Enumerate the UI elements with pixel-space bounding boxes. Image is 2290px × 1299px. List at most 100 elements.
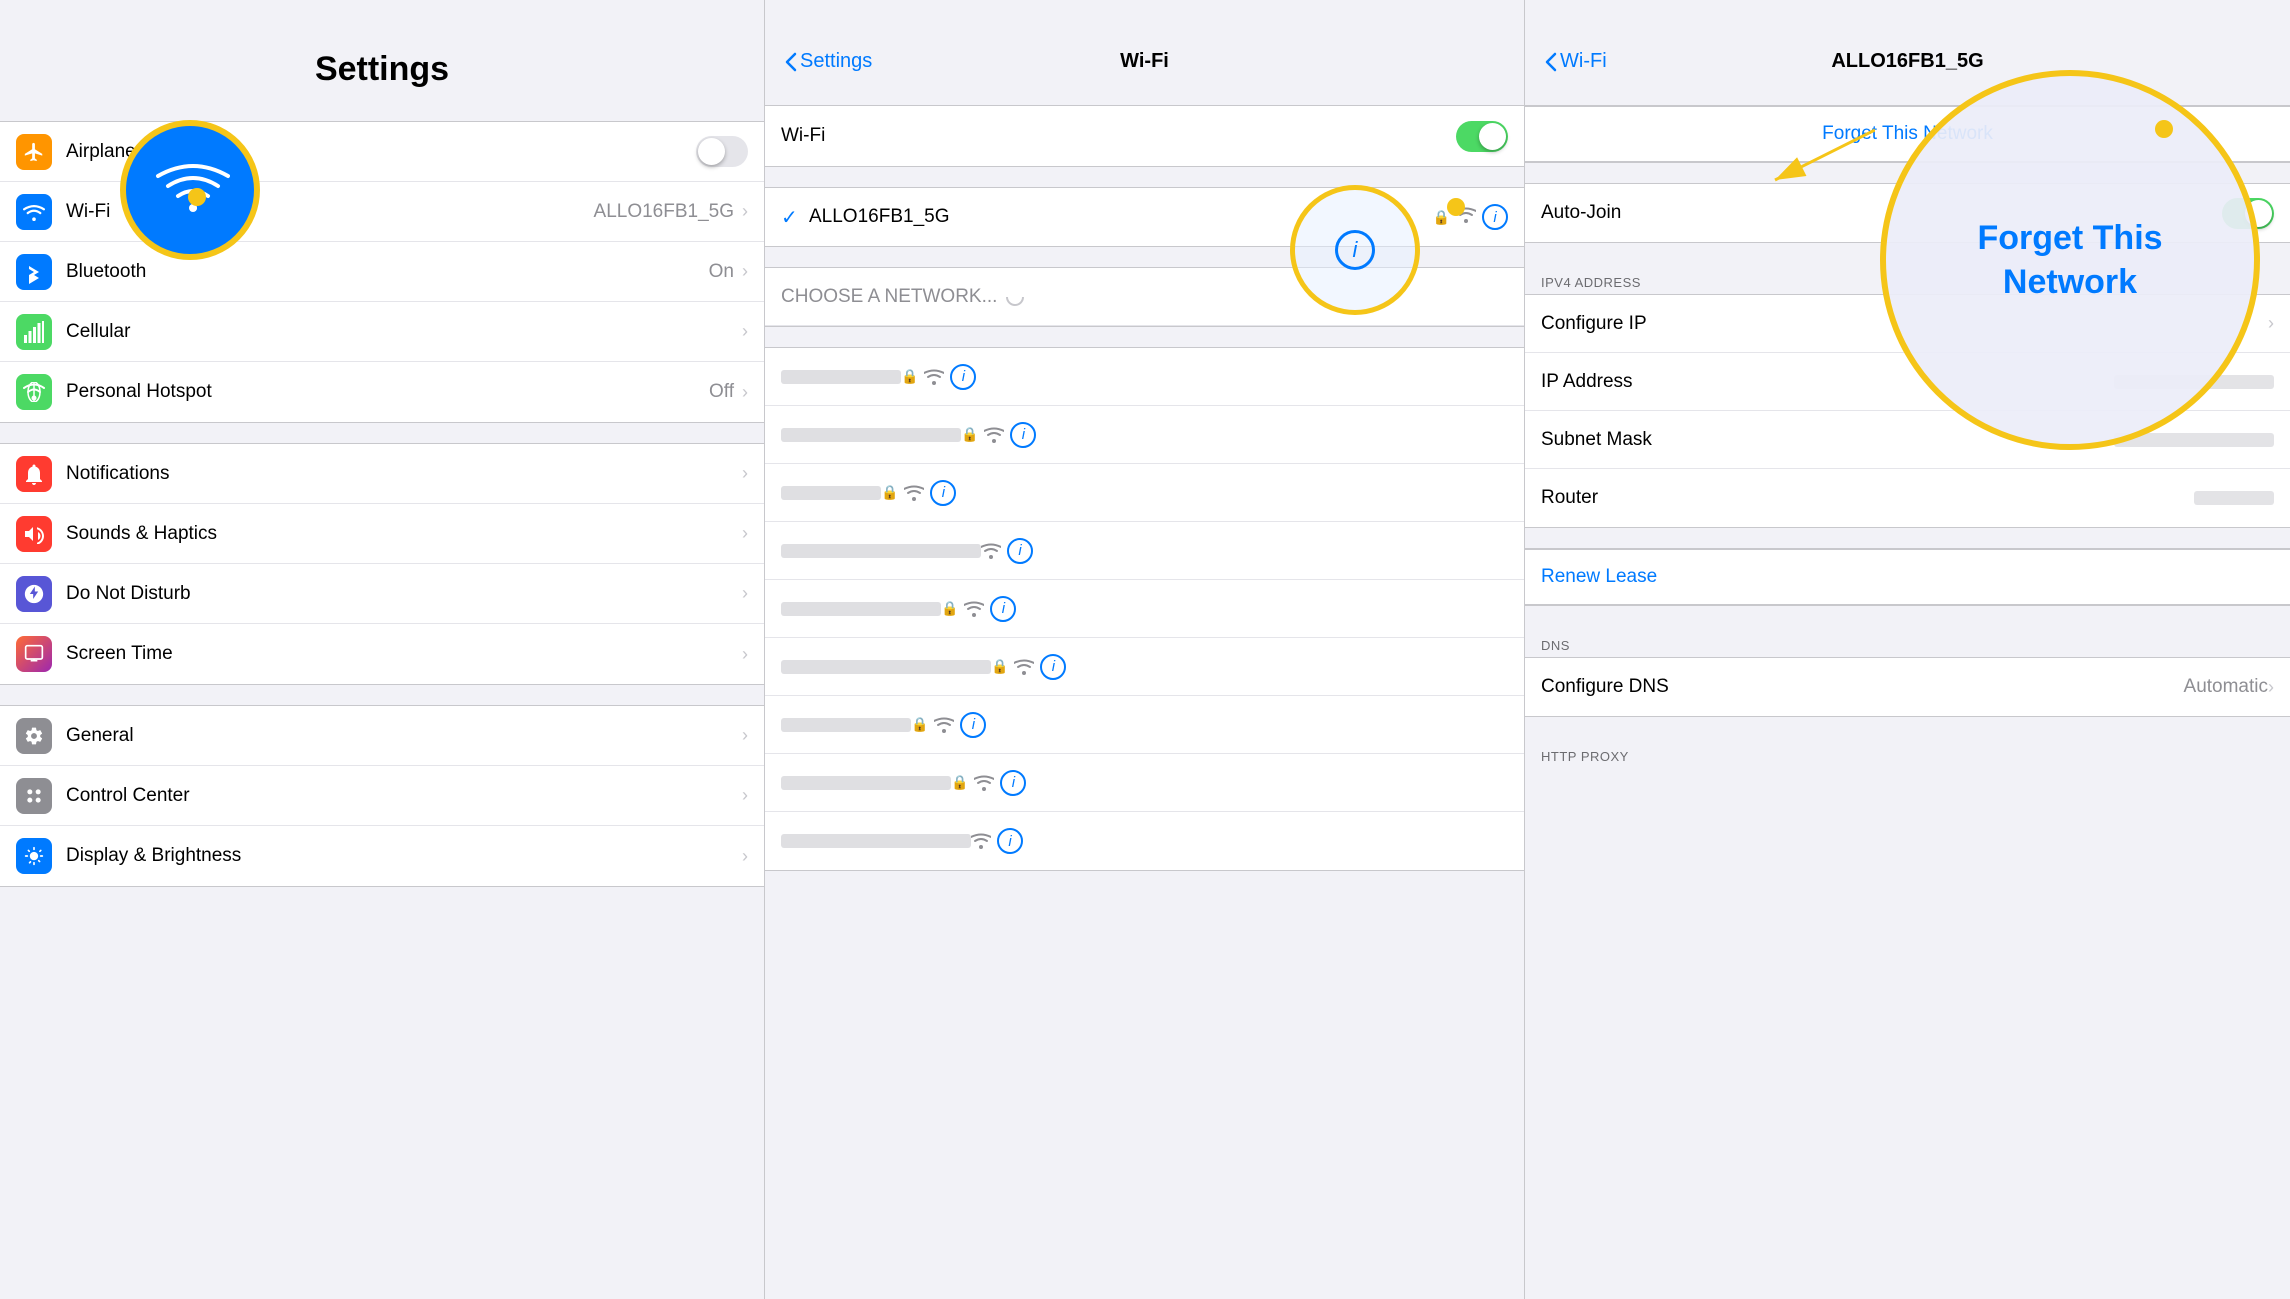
donotdisturb-icon — [16, 576, 52, 612]
blurred-ssid-7 — [781, 718, 911, 732]
dns-header: DNS — [1525, 626, 2290, 657]
wifi-row[interactable]: Wi-Fi ALLO16FB1_5G › — [0, 182, 764, 242]
configure-dns-label: Configure DNS — [1541, 676, 2184, 698]
network-row-1[interactable]: 🔒 i — [765, 348, 1524, 406]
hotspot-row[interactable]: Personal Hotspot Off › — [0, 362, 764, 422]
network-detail-header: Wi-Fi ALLO16FB1_5G — [1525, 0, 2290, 85]
wifi-title: Wi-Fi — [1120, 50, 1169, 73]
network-info-5[interactable]: i — [990, 596, 1016, 622]
wifi-icon-5 — [964, 601, 984, 617]
donotdisturb-chevron: › — [742, 583, 748, 604]
connectivity-group: Airplane Mode Wi-Fi ALLO16FB1_5G › Blue — [0, 121, 764, 423]
network-detail-panel: Wi-Fi ALLO16FB1_5G Forget This Network F… — [1525, 0, 2290, 1299]
router-row[interactable]: Router — [1525, 469, 2290, 527]
general-chevron: › — [742, 725, 748, 746]
network-icons-2: 🔒 i — [961, 422, 1036, 448]
configure-dns-value: Automatic — [2184, 676, 2268, 698]
sounds-chevron: › — [742, 523, 748, 544]
network-row-6[interactable]: 🔒 i — [765, 638, 1524, 696]
blurred-ssid-9 — [781, 834, 971, 848]
notifications-chevron: › — [742, 463, 748, 484]
notifications-row[interactable]: Notifications › — [0, 444, 764, 504]
other-networks-group: 🔒 i 🔒 i 🔒 i — [765, 347, 1524, 871]
network-info-4[interactable]: i — [1007, 538, 1033, 564]
network-row-5[interactable]: 🔒 i — [765, 580, 1524, 638]
airplane-mode-row[interactable]: Airplane Mode — [0, 122, 764, 182]
renew-lease-button[interactable]: Renew Lease — [1525, 549, 2290, 605]
hotspot-icon — [16, 374, 52, 410]
wifi-toggle[interactable] — [1456, 121, 1508, 152]
network-row-8[interactable]: 🔒 i — [765, 754, 1524, 812]
network-row-7[interactable]: 🔒 i — [765, 696, 1524, 754]
dns-group: Configure DNS Automatic › — [1525, 657, 2290, 717]
lock-icon-1: 🔒 — [901, 368, 918, 385]
configure-dns-row[interactable]: Configure DNS Automatic › — [1525, 658, 2290, 716]
wifi-icon-4 — [981, 543, 1001, 559]
wifi-toggle-row[interactable]: Wi-Fi — [765, 106, 1524, 166]
network-row-4[interactable]: i — [765, 522, 1524, 580]
network-icons-1: 🔒 i — [901, 364, 976, 390]
connected-network-info[interactable]: i — [1482, 204, 1508, 230]
controlcenter-row[interactable]: Control Center › — [0, 766, 764, 826]
checkmark-icon: ✓ — [781, 205, 805, 230]
wifi-icon-3 — [904, 485, 924, 501]
network-row-9[interactable]: i — [765, 812, 1524, 870]
settings-scroll[interactable]: Airplane Mode Wi-Fi ALLO16FB1_5G › Blue — [0, 101, 764, 1299]
display-row[interactable]: Display & Brightness › — [0, 826, 764, 886]
bluetooth-row[interactable]: Bluetooth On › — [0, 242, 764, 302]
lock-icon-5: 🔒 — [941, 600, 958, 617]
general-row[interactable]: General › — [0, 706, 764, 766]
blurred-ssid-2 — [781, 428, 961, 442]
subnet-mask-row[interactable]: Subnet Mask — [1525, 411, 2290, 469]
configure-ip-chevron: › — [2268, 313, 2274, 334]
info-annotation-icon: i — [1335, 230, 1375, 270]
controlcenter-chevron: › — [742, 785, 748, 806]
network-info-6[interactable]: i — [1040, 654, 1066, 680]
blurred-ssid-8 — [781, 776, 951, 790]
sounds-row[interactable]: Sounds & Haptics › — [0, 504, 764, 564]
choose-network-label: CHOOSE A NETWORK... — [781, 286, 997, 308]
settings-panel: Settings Airplane Mode — [0, 0, 765, 1299]
http-proxy-header: HTTP PROXY — [1525, 737, 2290, 768]
network-info-3[interactable]: i — [930, 480, 956, 506]
router-value — [2194, 491, 2274, 505]
wifi-back-label: Settings — [800, 50, 872, 73]
network-title: ALLO16FB1_5G — [1831, 50, 1983, 73]
airplane-toggle[interactable] — [696, 136, 748, 167]
wifi-icon-2 — [984, 427, 1004, 443]
network-info-7[interactable]: i — [960, 712, 986, 738]
donotdisturb-row[interactable]: Do Not Disturb › — [0, 564, 764, 624]
cellular-chevron: › — [742, 321, 748, 342]
hotspot-label: Personal Hotspot — [66, 381, 709, 403]
wifi-back-button[interactable]: Settings — [785, 50, 872, 73]
network-info-9[interactable]: i — [997, 828, 1023, 854]
wifi-header: Settings Wi-Fi — [765, 0, 1524, 85]
notifications-label: Notifications — [66, 463, 742, 485]
screentime-icon — [16, 636, 52, 672]
network-info-1[interactable]: i — [950, 364, 976, 390]
wifi-icon-9 — [971, 833, 991, 849]
wifi-toggle-label: Wi-Fi — [781, 125, 1456, 147]
lock-icon-7: 🔒 — [911, 716, 928, 733]
screentime-row[interactable]: Screen Time › — [0, 624, 764, 684]
network-row-3[interactable]: 🔒 i — [765, 464, 1524, 522]
network-row-2[interactable]: 🔒 i — [765, 406, 1524, 464]
network-icons-3: 🔒 i — [881, 480, 956, 506]
lock-icon-2: 🔒 — [961, 426, 978, 443]
cellular-row[interactable]: Cellular › — [0, 302, 764, 362]
settings-title: Settings — [20, 50, 744, 89]
system-group: General › Control Center › Display & Bri… — [0, 705, 764, 887]
lock-icon-8: 🔒 — [951, 774, 968, 791]
network-back-button[interactable]: Wi-Fi — [1545, 50, 1607, 73]
hotspot-value: Off — [709, 381, 734, 403]
airplane-icon — [16, 134, 52, 170]
network-info-2[interactable]: i — [1010, 422, 1036, 448]
sounds-label: Sounds & Haptics — [66, 523, 742, 545]
connected-network-icons: 🔒 i — [1433, 204, 1508, 230]
forget-dot-annotation — [2155, 120, 2173, 138]
network-icons-9: i — [971, 828, 1023, 854]
network-icons-7: 🔒 i — [911, 712, 986, 738]
screentime-chevron: › — [742, 644, 748, 665]
network-info-8[interactable]: i — [1000, 770, 1026, 796]
donotdisturb-label: Do Not Disturb — [66, 583, 742, 605]
